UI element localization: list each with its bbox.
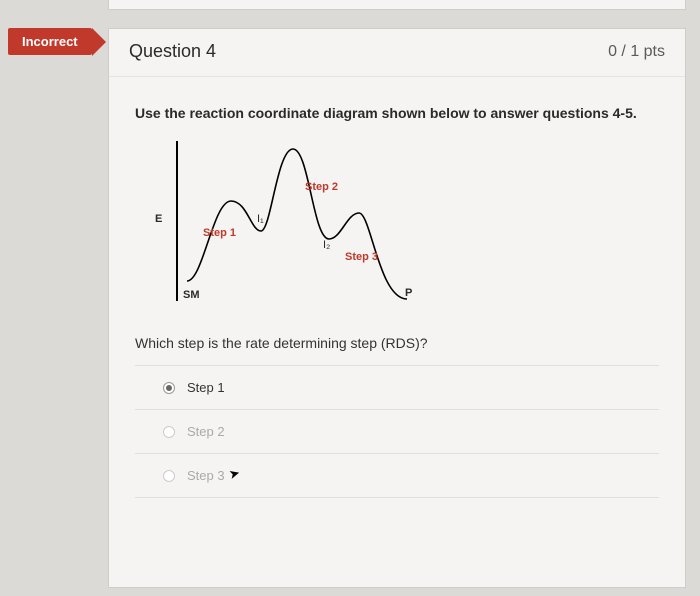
option-label: Step 3	[187, 468, 225, 483]
step2-label: Step 2	[305, 181, 338, 193]
p-label: P	[405, 287, 412, 299]
option-label: Step 2	[187, 424, 225, 439]
option-step-2[interactable]: Step 2	[135, 410, 659, 454]
sm-label: SM	[183, 289, 200, 301]
i2-label: I₂	[323, 239, 330, 251]
status-badge: Incorrect	[8, 28, 92, 55]
points-display: 0 / 1 pts	[608, 43, 665, 61]
question-header: Question 4 0 / 1 pts	[109, 29, 685, 77]
step1-label: Step 1	[203, 227, 236, 239]
cursor-icon: ➤	[227, 464, 242, 482]
question-card: Question 4 0 / 1 pts Use the reaction co…	[108, 28, 686, 588]
option-step-1[interactable]: Step 1	[135, 366, 659, 410]
question-text: Which step is the rate determining step …	[135, 335, 659, 351]
previous-card-sliver	[108, 0, 686, 10]
i1-label: I₁	[257, 213, 264, 225]
question-body: Use the reaction coordinate diagram show…	[109, 77, 685, 508]
radio-icon	[163, 470, 175, 482]
y-axis-label: E	[155, 213, 162, 225]
option-label: Step 1	[187, 380, 225, 395]
step3-label: Step 3	[345, 251, 378, 263]
radio-icon	[163, 382, 175, 394]
question-title: Question 4	[129, 41, 216, 62]
options-list: Step 1 Step 2 Step 3 ➤	[135, 365, 659, 498]
option-step-3[interactable]: Step 3 ➤	[135, 454, 659, 498]
question-prompt: Use the reaction coordinate diagram show…	[135, 105, 659, 121]
reaction-coordinate-diagram: E SM Step 1 I₁ Step 2 I₂ Step 3 P	[143, 131, 463, 321]
radio-icon	[163, 426, 175, 438]
